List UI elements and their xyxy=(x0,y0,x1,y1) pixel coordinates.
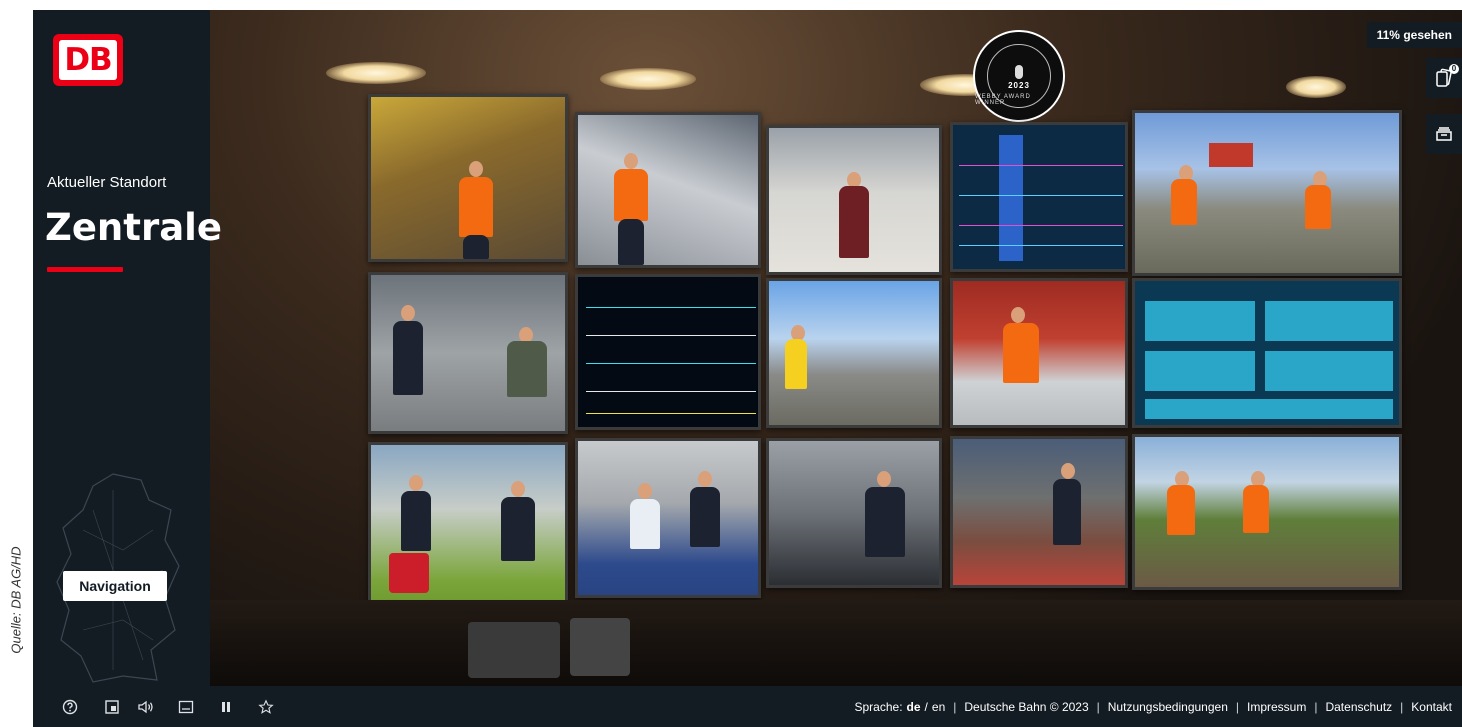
footer-divider: | xyxy=(1314,699,1318,714)
ceiling-light xyxy=(600,68,696,90)
control-room-scene: 2023 WEBBY AWARD WINNER xyxy=(210,10,1462,686)
video-tile-station-hall[interactable] xyxy=(766,125,942,275)
source-credit: Quelle: DB AG/HD xyxy=(0,0,30,727)
cards-count-badge: 0 xyxy=(1449,64,1459,74)
desk-phone xyxy=(570,618,630,676)
volume-button[interactable] xyxy=(135,696,157,718)
privacy-link[interactable]: Datenschutz xyxy=(1325,700,1392,714)
source-credit-text: Quelle: DB AG/HD xyxy=(8,546,24,654)
cards-button[interactable]: 0 xyxy=(1426,58,1462,98)
ceiling-light xyxy=(1286,76,1346,98)
video-tile-train-interior[interactable] xyxy=(575,438,761,598)
language-de-link[interactable]: de xyxy=(907,700,921,714)
language-en-link[interactable]: en xyxy=(932,700,945,714)
db-logo-text: DB xyxy=(64,42,112,78)
language-separator: / xyxy=(924,699,928,714)
progress-badge: 11% gesehen xyxy=(1366,22,1462,48)
desk-phone xyxy=(468,622,560,678)
help-button[interactable] xyxy=(59,696,81,718)
inbox-icon xyxy=(1436,127,1452,141)
video-tile-lounge[interactable] xyxy=(368,442,568,608)
video-tile-train-coupling[interactable] xyxy=(950,278,1128,428)
db-logo-frame: DB xyxy=(59,40,117,80)
video-tile-ice-platform[interactable] xyxy=(575,112,761,268)
contact-link[interactable]: Kontakt xyxy=(1411,700,1452,714)
ceiling-light xyxy=(326,62,426,84)
location-underline xyxy=(47,267,123,272)
video-tile-open-track[interactable] xyxy=(766,278,942,428)
favorite-button[interactable] xyxy=(255,696,277,718)
navigation-button[interactable]: Navigation xyxy=(63,571,167,601)
help-icon xyxy=(62,699,78,715)
bottom-bar: Sprache: de / en | Deutsche Bahn © 2023 … xyxy=(33,686,1462,727)
control-room-floor xyxy=(210,600,1462,686)
award-year: 2023 xyxy=(1008,80,1030,90)
db-logo[interactable]: DB xyxy=(53,34,123,86)
footer-links: Sprache: de / en | Deutsche Bahn © 2023 … xyxy=(855,686,1453,727)
video-tile-rail-yard[interactable] xyxy=(1132,110,1402,276)
footer-divider: | xyxy=(953,699,957,714)
video-tile-driver-cab[interactable] xyxy=(766,438,942,588)
webby-award-seal: 2023 WEBBY AWARD WINNER xyxy=(973,30,1065,122)
inbox-button[interactable] xyxy=(1426,114,1462,154)
copyright-text: Deutsche Bahn © 2023 xyxy=(964,699,1089,714)
app-window: 2023 WEBBY AWARD WINNER DB Aktueller Sta… xyxy=(33,10,1462,727)
pause-button[interactable] xyxy=(215,696,237,718)
microphone-icon xyxy=(1015,64,1023,79)
pause-icon xyxy=(222,702,230,712)
language-label: Sprache: xyxy=(854,699,903,714)
imprint-link[interactable]: Impressum xyxy=(1247,700,1306,714)
subtitles-button[interactable] xyxy=(175,696,197,718)
video-tile-maintenance-hall[interactable] xyxy=(950,436,1128,588)
footer-divider: | xyxy=(1235,699,1239,714)
award-caption: WEBBY AWARD WINNER xyxy=(975,94,1031,106)
video-tile-timetable-chart[interactable] xyxy=(950,122,1128,272)
footer-divider: | xyxy=(1400,699,1404,714)
subtitles-icon xyxy=(178,700,194,714)
volume-icon xyxy=(138,700,153,714)
fullscreen-icon xyxy=(105,700,119,714)
sidebar: DB Aktueller Standort Zentrale Navigatio… xyxy=(33,10,222,686)
video-tile-track-diagram[interactable] xyxy=(575,274,761,430)
star-icon xyxy=(258,699,274,714)
fullscreen-button[interactable] xyxy=(101,696,123,718)
location-label: Aktueller Standort xyxy=(47,174,167,191)
video-tile-control-office[interactable] xyxy=(368,272,568,434)
location-name: Zentrale xyxy=(45,206,222,249)
terms-link[interactable]: Nutzungsbedingungen xyxy=(1108,700,1228,714)
video-tile-bridge-track[interactable] xyxy=(1132,434,1402,590)
footer-divider: | xyxy=(1096,699,1100,714)
video-tile-track-worker[interactable] xyxy=(368,94,568,262)
video-tile-dashboard[interactable] xyxy=(1132,278,1402,428)
